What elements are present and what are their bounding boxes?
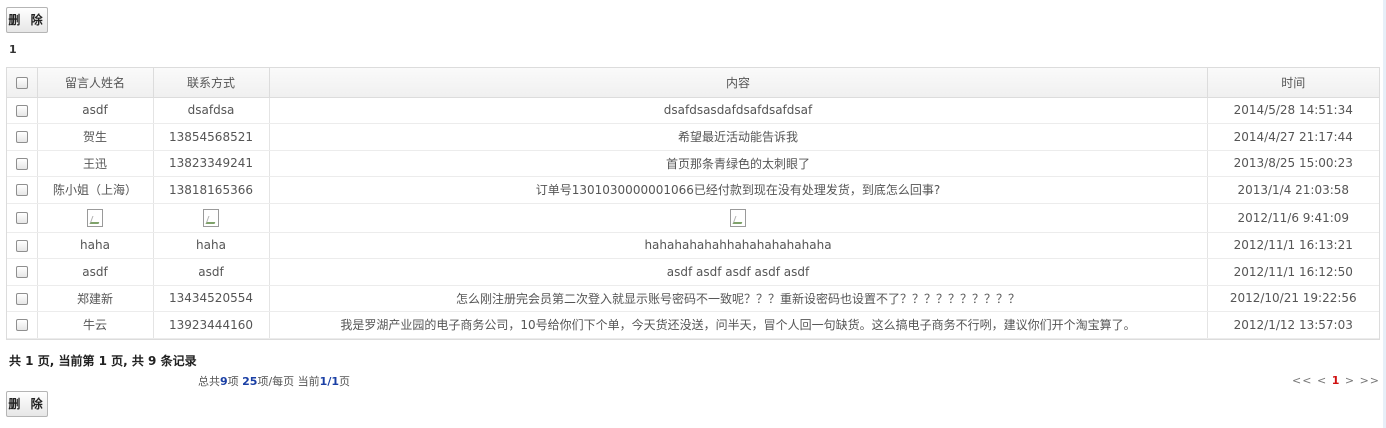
cell-name: 陈小姐（上海） <box>37 176 154 204</box>
row-checkbox[interactable] <box>15 292 28 305</box>
row-checkbox[interactable] <box>15 239 28 252</box>
pager-current-suffix: 页 <box>339 375 350 388</box>
cell-time: 2013/1/4 21:03:58 <box>1207 176 1379 204</box>
first-page-link[interactable]: << <box>1292 374 1312 387</box>
broken-image-icon <box>203 208 219 227</box>
table-row: 牛云 13923444160 我是罗湖产业园的电子商务公司，10号给你们下个单，… <box>7 311 1379 339</box>
select-all-cell[interactable] <box>7 68 38 98</box>
table-row: 贺生 13854568521 希望最近活动能告诉我 2014/4/27 21:1… <box>7 123 1379 151</box>
cell-content: dsafdsasdafdsafdsafdsaf <box>269 97 1208 124</box>
row-checkbox[interactable] <box>15 104 28 117</box>
row-checkbox[interactable] <box>15 319 28 332</box>
cell-contact <box>153 203 270 233</box>
cell-time: 2012/11/1 16:13:21 <box>1207 232 1379 259</box>
record-summary: 共 1 页, 当前第 1 页, 共 9 条记录 <box>9 354 197 368</box>
cell-name: 牛云 <box>37 311 154 339</box>
cell-contact: dsafdsa <box>153 97 270 124</box>
pager-total-suffix: 项 <box>227 375 243 388</box>
cell-content: 首页那条青绿色的太刺眼了 <box>269 150 1208 177</box>
cell-content: 希望最近活动能告诉我 <box>269 123 1208 151</box>
cell-time: 2014/5/28 14:51:34 <box>1207 97 1379 124</box>
row-checkbox[interactable] <box>15 266 28 279</box>
select-all-checkbox[interactable] <box>15 76 28 89</box>
cell-name: 贺生 <box>37 123 154 151</box>
cell-time: 2012/11/1 16:12:50 <box>1207 258 1379 286</box>
table-row: 王迅 13823349241 首页那条青绿色的太刺眼了 2013/8/25 15… <box>7 150 1379 177</box>
pager-total-count: 9 <box>220 375 228 388</box>
cell-content: 我是罗湖产业园的电子商务公司，10号给你们下个单，今天货还没送，问半天，冒个人回… <box>269 311 1208 339</box>
table-row: haha haha hahahahahahhahahahahahaha 2012… <box>7 232 1379 259</box>
cell-contact: 13854568521 <box>153 123 270 151</box>
cell-content: 订单号1301030000001066已经付款到现在没有处理发货，到底怎么回事? <box>269 176 1208 204</box>
cell-time: 2012/10/21 19:22:56 <box>1207 285 1379 312</box>
cell-name: haha <box>37 232 154 259</box>
table-row: 2012/11/6 9:41:09 <box>7 203 1379 233</box>
table-header-row: 留言人姓名 联系方式 内容 时间 <box>7 68 1379 98</box>
column-header-content: 内容 <box>269 68 1208 98</box>
cell-content: asdf asdf asdf asdf asdf <box>269 258 1208 286</box>
cell-content: 怎么刚注册完会员第二次登入就显示账号密码不一致呢？？？重新设密码也设置不了？？？… <box>269 285 1208 312</box>
pager-per-page-suffix: 项/每页 当前 <box>257 375 320 388</box>
cell-name: 郑建新 <box>37 285 154 312</box>
cell-content: hahahahahahhahahahahahaha <box>269 232 1208 259</box>
pagination: << < 1 > >> <box>1292 374 1380 387</box>
cell-contact: haha <box>153 232 270 259</box>
cell-time: 2012/1/12 13:57:03 <box>1207 311 1379 339</box>
next-page-link[interactable]: > <box>1345 374 1355 387</box>
delete-button-top[interactable]: 删 除 <box>6 7 48 33</box>
last-page-link[interactable]: >> <box>1360 374 1380 387</box>
table-row: 陈小姐（上海） 13818165366 订单号1301030000001066已… <box>7 176 1379 204</box>
cell-contact: 13823349241 <box>153 150 270 177</box>
cell-name: 王迅 <box>37 150 154 177</box>
cell-time: 2012/11/6 9:41:09 <box>1207 203 1379 233</box>
row-checkbox[interactable] <box>15 212 28 224</box>
pager-current: 1/1 <box>319 375 339 388</box>
table-row: 郑建新 13434520554 怎么刚注册完会员第二次登入就显示账号密码不一致呢… <box>7 285 1379 312</box>
broken-image-icon <box>730 208 746 227</box>
messages-table: 留言人姓名 联系方式 内容 时间 asdf dsafdsa dsafdsasda… <box>6 67 1380 340</box>
current-page-link[interactable]: 1 <box>1332 374 1341 387</box>
column-header-contact: 联系方式 <box>153 68 270 98</box>
table-row: asdf dsafdsa dsafdsasdafdsafdsafdsaf 201… <box>7 97 1379 124</box>
pager-per-page: 25 <box>242 375 258 388</box>
pager-total-prefix: 总共 <box>198 375 220 388</box>
cell-time: 2014/4/27 21:17:44 <box>1207 123 1379 151</box>
cell-contact: 13434520554 <box>153 285 270 312</box>
cell-contact: 13923444160 <box>153 311 270 339</box>
row-checkbox[interactable] <box>15 131 28 144</box>
cell-time: 2013/8/25 15:00:23 <box>1207 150 1379 177</box>
cell-name: asdf <box>37 97 154 124</box>
column-header-name: 留言人姓名 <box>37 68 154 98</box>
page-number-top[interactable]: 1 <box>9 43 17 56</box>
cell-contact: 13818165366 <box>153 176 270 204</box>
prev-page-link[interactable]: < <box>1317 374 1327 387</box>
delete-button-bottom[interactable]: 删 除 <box>6 391 48 417</box>
column-header-time: 时间 <box>1207 68 1379 98</box>
row-checkbox[interactable] <box>15 157 28 170</box>
cell-name <box>37 203 154 233</box>
cell-name: asdf <box>37 258 154 286</box>
cell-contact: asdf <box>153 258 270 286</box>
pager-info: 总共9项 25项/每页 当前1/1页 <box>198 373 350 389</box>
row-checkbox[interactable] <box>15 184 28 197</box>
cell-content <box>269 203 1208 233</box>
broken-image-icon <box>87 208 103 227</box>
table-row: asdf asdf asdf asdf asdf asdf asdf 2012/… <box>7 258 1379 286</box>
